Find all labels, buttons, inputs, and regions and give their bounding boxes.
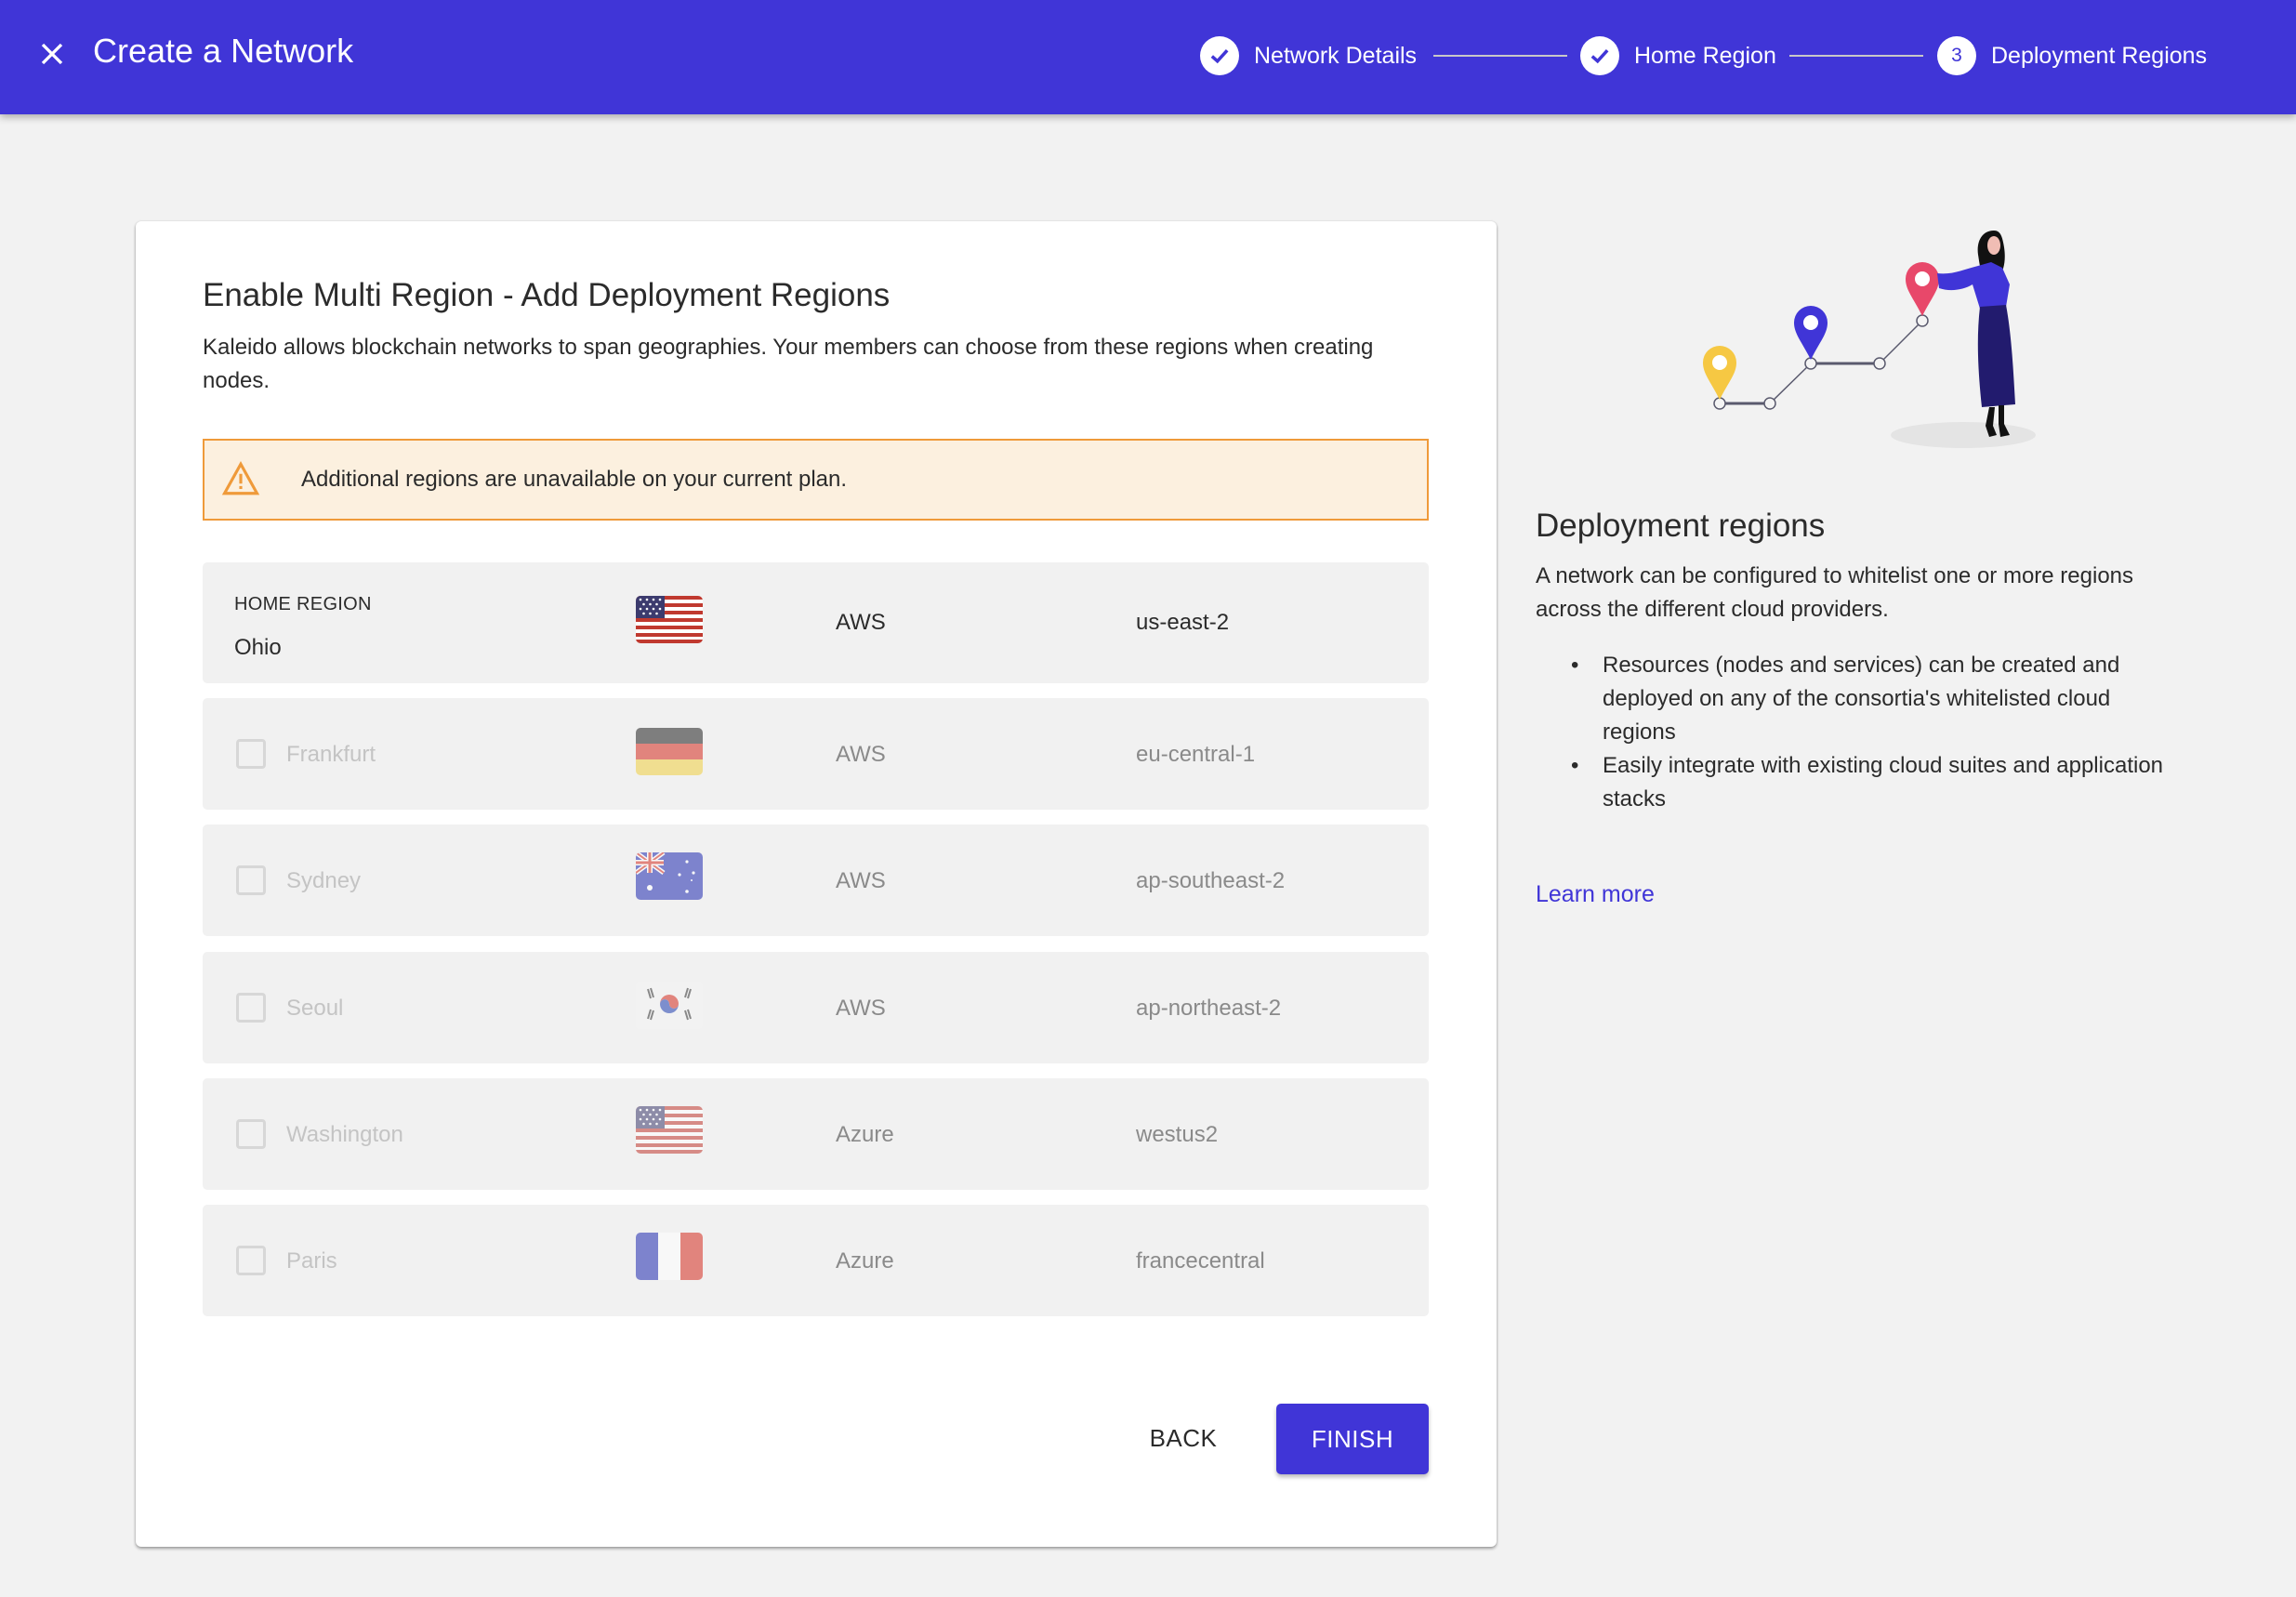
main-card: Enable Multi Region - Add Deployment Reg… (136, 221, 1497, 1547)
info-bullet: • Resources (nodes and services) can be c… (1571, 649, 2179, 749)
bullet-icon: • (1571, 653, 1579, 678)
step-home-region[interactable]: Home Region (1580, 35, 1776, 76)
info-bullet: • Easily integrate with existing cloud su… (1571, 749, 2179, 816)
region-code: us-east-2 (1136, 610, 1230, 635)
step-connector (1789, 55, 1923, 57)
finish-button[interactable]: FINISH (1276, 1404, 1429, 1474)
region-name: Sydney (286, 868, 362, 893)
region-name: Ohio (234, 635, 282, 660)
region-checkbox[interactable] (236, 1246, 266, 1275)
provider: AWS (836, 996, 886, 1021)
region-row-seoul: Seoul AWS ap-northeast-2 (203, 952, 1429, 1063)
info-description: A network can be configured to whitelist… (1536, 563, 2134, 622)
back-button[interactable]: BACK (1140, 1404, 1227, 1472)
step-label: Deployment Regions (1991, 42, 2208, 69)
provider: AWS (836, 742, 886, 767)
us-flag-icon (636, 1106, 703, 1154)
region-checkbox[interactable] (236, 739, 266, 769)
region-checkbox[interactable] (236, 1119, 266, 1149)
provider: AWS (836, 610, 886, 635)
fr-flag-icon (636, 1233, 703, 1280)
step-connector (1433, 55, 1567, 57)
region-checkbox[interactable] (236, 865, 266, 895)
au-flag-icon (636, 852, 703, 900)
provider: Azure (836, 1248, 894, 1274)
provider: AWS (836, 868, 886, 893)
region-name: Paris (286, 1248, 337, 1274)
deployment-illustration (1703, 231, 2036, 448)
region-row-washington: Washington Azure westus2 (203, 1078, 1429, 1190)
region-name: Frankfurt (286, 742, 376, 767)
info-title: Deployment regions (1536, 508, 1826, 544)
us-flag-icon (636, 596, 703, 643)
info-bullets: • Resources (nodes and services) can be c… (1571, 649, 2179, 816)
card-title: Enable Multi Region - Add Deployment Reg… (203, 277, 891, 313)
home-region-label: HOME REGION (234, 594, 372, 614)
region-checkbox[interactable] (236, 993, 266, 1023)
card-description: Kaleido allows blockchain networks to sp… (203, 335, 1374, 393)
region-name: Seoul (286, 996, 344, 1021)
step-label: Network Details (1254, 42, 1418, 69)
region-code: eu-central-1 (1136, 742, 1256, 767)
region-code: francecentral (1136, 1248, 1265, 1274)
app-bar: Create a Network Network Details Home Re… (0, 0, 2296, 114)
kr-flag-icon (636, 982, 703, 1029)
home-region-row: HOME REGION Ohio AWS us-east-2 (203, 562, 1429, 683)
warning-banner: Additional regions are unavailable on yo… (203, 439, 1429, 521)
check-circle-icon (1580, 36, 1619, 75)
warning-icon (221, 461, 260, 495)
bullet-text: Resources (nodes and services) can be cr… (1603, 653, 2120, 745)
step-number: 3 (1937, 36, 1976, 75)
step-deployment-regions[interactable]: 3 Deployment Regions (1937, 35, 2207, 76)
bullet-icon: • (1571, 753, 1579, 778)
region-code: ap-northeast-2 (1136, 996, 1282, 1021)
step-network-details[interactable]: Network Details (1200, 35, 1417, 76)
de-flag-icon (636, 728, 703, 775)
learn-more-link[interactable]: Learn more (1536, 881, 1655, 908)
check-circle-icon (1200, 36, 1239, 75)
warning-text: Additional regions are unavailable on yo… (301, 467, 848, 492)
provider: Azure (836, 1122, 894, 1147)
region-code: westus2 (1136, 1122, 1219, 1147)
region-row-frankfurt: Frankfurt AWS eu-central-1 (203, 698, 1429, 810)
region-row-paris: Paris Azure francecentral (203, 1205, 1429, 1316)
stepper: Network Details Home Region 3 Deployment… (0, 35, 2296, 76)
region-name: Washington (286, 1122, 403, 1147)
bullet-text: Easily integrate with existing cloud sui… (1603, 753, 2164, 812)
step-label: Home Region (1634, 42, 1776, 69)
region-row-sydney: Sydney AWS ap-southeast-2 (203, 825, 1429, 936)
region-code: ap-southeast-2 (1136, 868, 1286, 893)
